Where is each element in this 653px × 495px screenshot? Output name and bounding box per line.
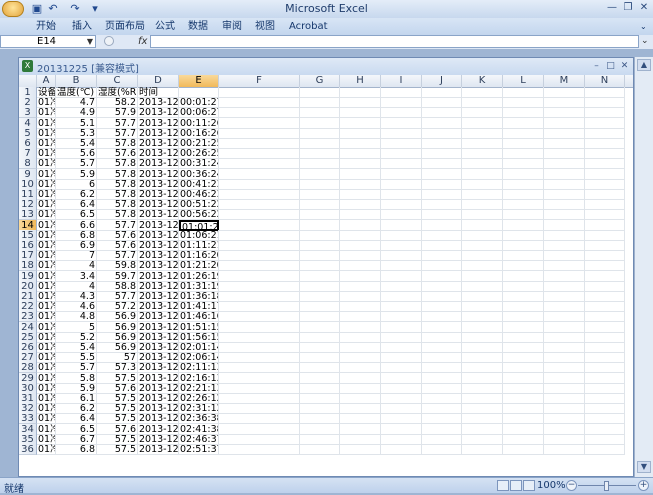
column-header-f[interactable]: F [219, 75, 300, 87]
table-row: 3601冷藏库-(6.857.52013-12-2402:51:37 [19, 444, 633, 455]
workbook-title-bar: X 20131225 [兼容模式] – □ ✕ [19, 58, 633, 76]
tab-data[interactable]: 数据 [188, 20, 208, 33]
column-header-b[interactable]: B [56, 75, 97, 87]
cell-grid: 1设备名称温度(℃)湿度(%RH)时间201冷藏库-(4.758.22013-1… [19, 87, 633, 477]
tab-acrobat[interactable]: Acrobat [289, 20, 328, 33]
cell[interactable]: 6.8 [56, 444, 97, 455]
column-header-e[interactable]: E [179, 75, 219, 87]
column-header-n[interactable]: N [585, 75, 625, 87]
workbook-maximize-icon[interactable]: □ [604, 59, 617, 73]
workbook-close-icon[interactable]: ✕ [618, 59, 631, 73]
tab-formulas[interactable]: 公式 [155, 20, 175, 33]
close-icon[interactable]: ✕ [637, 1, 651, 15]
name-box[interactable]: E14 ▼ [0, 35, 96, 48]
column-header-m[interactable]: M [544, 75, 585, 87]
status-bar: 就绪 100% − + [0, 477, 653, 495]
cell[interactable] [544, 444, 585, 455]
row-header[interactable]: 36 [19, 444, 37, 455]
tab-review[interactable]: 审阅 [222, 20, 242, 33]
redo-icon[interactable]: ↷ [68, 2, 82, 16]
ribbon-tabs: 开始 插入 页面布局 公式 数据 审阅 视图 Acrobat ⌄ [0, 18, 653, 36]
cell[interactable] [422, 444, 462, 455]
workbook-window: X 20131225 [兼容模式] – □ ✕ ABCDEFGHIJKLMN 1… [18, 57, 634, 477]
expand-formula-bar-icon[interactable]: ⌄ [641, 35, 651, 48]
restore-icon[interactable]: ❐ [621, 1, 635, 15]
cell[interactable] [381, 444, 422, 455]
column-header-a[interactable]: A [37, 75, 56, 87]
column-header-k[interactable]: K [462, 75, 503, 87]
tab-page-layout[interactable]: 页面布局 [105, 20, 145, 33]
cell[interactable] [503, 444, 544, 455]
save-icon[interactable]: ▣ [30, 2, 44, 16]
cell[interactable] [585, 444, 625, 455]
zoom-level[interactable]: 100% [537, 480, 566, 491]
column-header-g[interactable]: G [300, 75, 340, 87]
name-box-value: E14 [37, 36, 57, 47]
chevron-down-icon[interactable]: ▼ [87, 36, 93, 47]
column-header-l[interactable]: L [503, 75, 544, 87]
minimize-icon[interactable]: — [605, 1, 619, 15]
tab-insert[interactable]: 插入 [72, 20, 92, 33]
cell[interactable]: 01冷藏库-( [37, 444, 56, 455]
page-layout-view-icon[interactable] [510, 480, 522, 491]
formula-input[interactable] [150, 35, 639, 48]
cell[interactable] [300, 444, 340, 455]
fx-area: fx [104, 35, 150, 48]
customize-quick-access-icon[interactable]: ▾ [88, 2, 102, 16]
excel-file-icon: X [22, 60, 33, 72]
cell[interactable]: 57.5 [97, 444, 138, 455]
cell[interactable] [462, 444, 503, 455]
formula-cancel-icon[interactable] [104, 36, 114, 46]
column-header-h[interactable]: H [340, 75, 381, 87]
zoom-in-icon[interactable]: + [638, 480, 649, 491]
cell[interactable]: 2013-12-24 [138, 444, 179, 455]
cell[interactable] [219, 444, 300, 455]
zoom-out-icon[interactable]: − [566, 480, 577, 491]
ribbon-chevron-icon[interactable]: ⌄ [640, 20, 647, 33]
normal-view-icon[interactable] [497, 480, 509, 491]
insert-function-button[interactable]: fx [138, 35, 147, 48]
select-all-corner[interactable] [19, 75, 37, 87]
tab-home[interactable]: 开始 [36, 20, 56, 33]
scroll-up-icon[interactable]: ▲ [637, 59, 651, 71]
tab-view[interactable]: 视图 [255, 20, 275, 33]
scroll-down-icon[interactable]: ▼ [637, 461, 651, 473]
title-bar: ▣ ↶ ↷ ▾ Microsoft Excel — ❐ ✕ [0, 0, 653, 18]
workbook-title: 20131225 [兼容模式] [37, 64, 139, 75]
office-button[interactable] [2, 1, 24, 17]
column-header-c[interactable]: C [97, 75, 138, 87]
vertical-scrollbar[interactable]: ▲ ▼ [634, 57, 653, 477]
zoom-slider-thumb[interactable] [604, 481, 609, 491]
workspace-background [0, 49, 653, 57]
formula-bar: E14 ▼ fx ⌄ [0, 35, 653, 50]
column-header-j[interactable]: J [422, 75, 462, 87]
cell[interactable] [340, 444, 381, 455]
page-break-preview-icon[interactable] [523, 480, 535, 491]
cell[interactable]: 02:51:37 [179, 444, 219, 455]
workbook-minimize-icon[interactable]: – [590, 59, 603, 73]
undo-icon[interactable]: ↶ [46, 2, 60, 16]
column-header-d[interactable]: D [138, 75, 179, 87]
column-header-i[interactable]: I [381, 75, 422, 87]
